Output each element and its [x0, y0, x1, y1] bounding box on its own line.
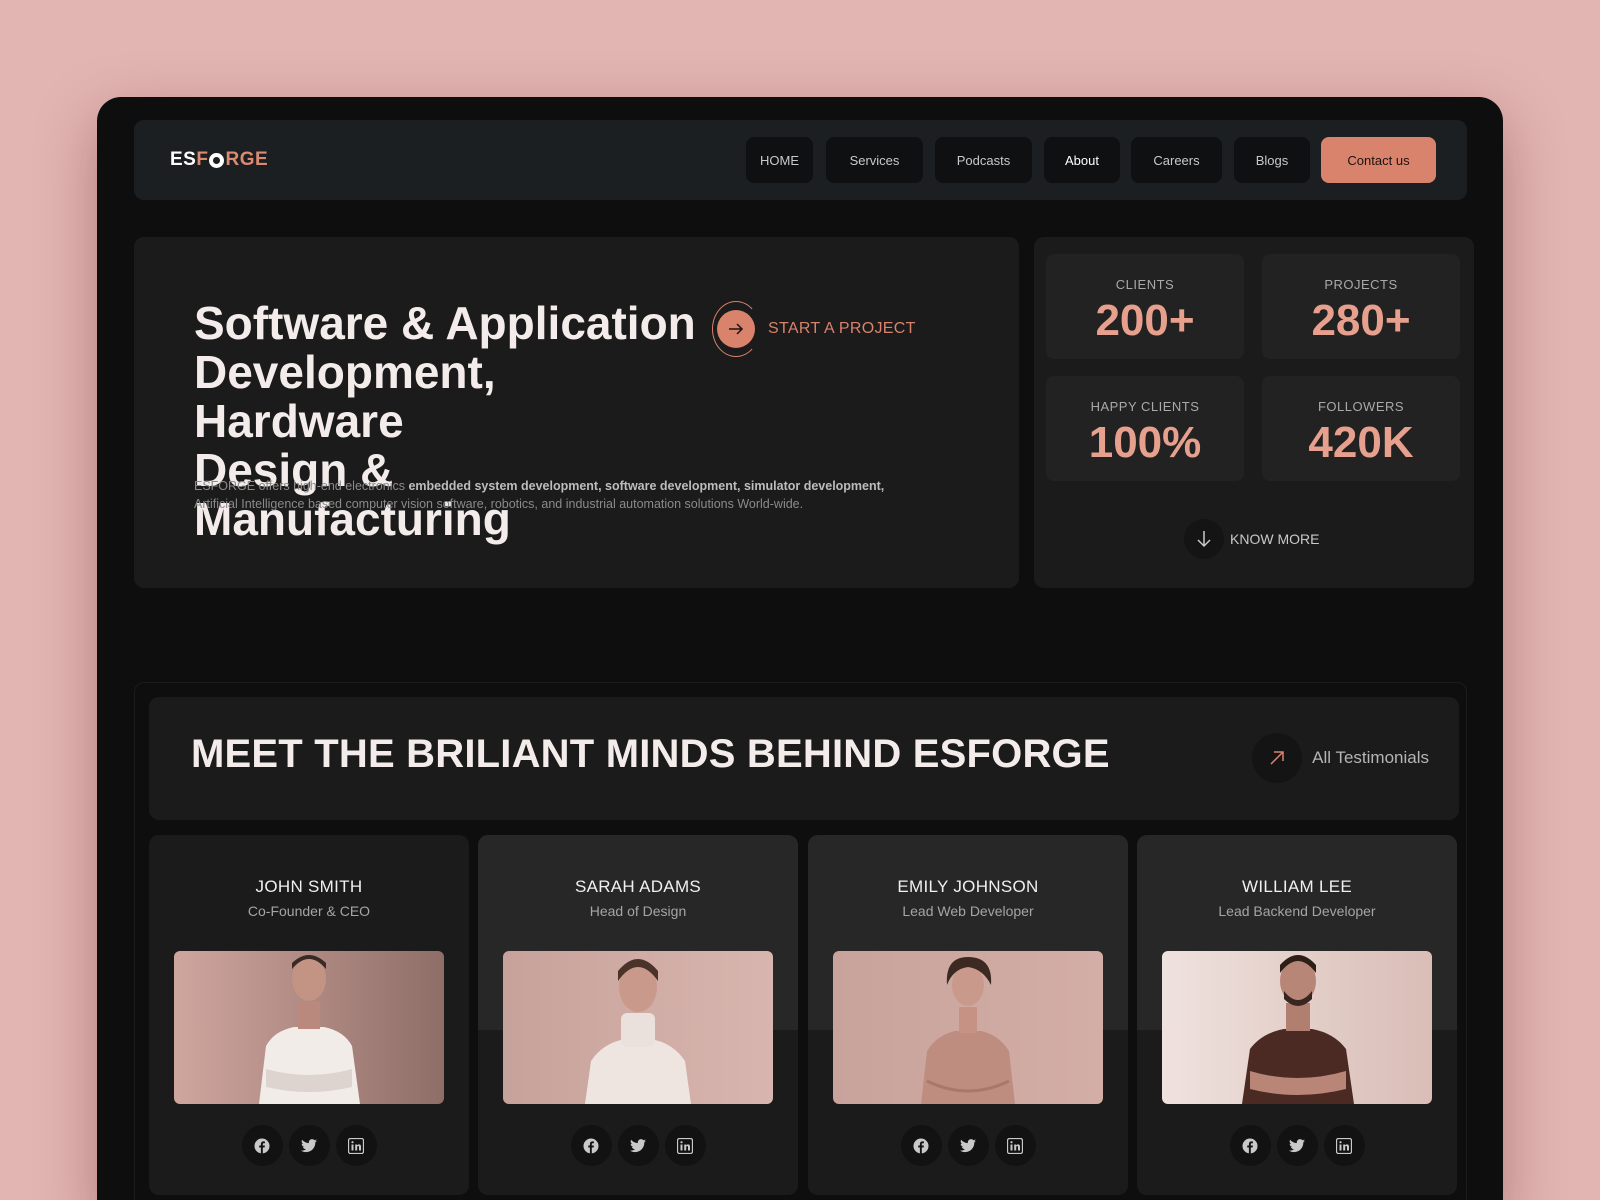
stat-value: 100% — [1088, 418, 1202, 467]
nav-home[interactable]: HOME — [746, 137, 813, 183]
know-more-label: KNOW MORE — [1230, 531, 1320, 547]
top-nav: ES F RGE HOME Services Podcasts About Ca… — [134, 120, 1467, 200]
hero-description: ESFORGE offers high-end electronics embe… — [194, 477, 894, 513]
member-photo — [503, 951, 773, 1104]
member-name: WILLIAM LEE — [1241, 877, 1353, 896]
hero-desc-suffix: Artificial Intelligence based computer v… — [194, 497, 804, 511]
facebook-icon[interactable] — [570, 1125, 612, 1166]
logo-text-right: RGE — [225, 149, 269, 170]
start-project-label: START A PROJECT — [768, 320, 916, 337]
stat-happy-clients: HAPPY CLIENTS 100% — [1046, 376, 1244, 481]
stat-value: 280+ — [1311, 296, 1411, 345]
nav-careers[interactable]: Careers — [1131, 137, 1222, 183]
linkedin-icon[interactable] — [335, 1125, 377, 1166]
member-role: Head of Design — [589, 903, 687, 919]
hero-title-line2: Development, Hardware — [194, 346, 496, 447]
member-photo — [833, 951, 1103, 1104]
hero-desc-bold: embedded system development, software de… — [408, 479, 885, 493]
esforge-logo[interactable]: ES F RGE — [170, 149, 268, 171]
hero-card: Software & Application Development, Hard… — [134, 237, 1019, 588]
member-name: EMILY JOHNSON — [897, 877, 1039, 896]
logo-text-left: ES — [170, 149, 197, 170]
stat-label: PROJECTS — [1324, 277, 1398, 292]
twitter-icon[interactable] — [288, 1125, 330, 1166]
member-photo — [1162, 951, 1432, 1104]
twitter-icon[interactable] — [1276, 1125, 1318, 1166]
arrow-up-right-icon — [1252, 733, 1303, 783]
stat-projects: PROJECTS 280+ — [1262, 254, 1460, 359]
twitter-icon[interactable] — [947, 1125, 989, 1166]
team-header: MEET THE BRILIANT MINDS BEHIND ESFORGE A… — [149, 697, 1459, 820]
team-card: WILLIAM LEE Lead Backend Developer — [1137, 835, 1457, 1195]
stat-followers: FOLLOWERS 420K — [1262, 376, 1460, 481]
member-name: JOHN SMITH — [255, 877, 363, 896]
arrow-right-icon — [717, 310, 755, 348]
contact-us-button[interactable]: Contact us — [1321, 137, 1436, 183]
twitter-icon[interactable] — [617, 1125, 659, 1166]
all-testimonials-link[interactable]: All Testimonials — [1252, 733, 1429, 783]
stat-value: 420K — [1308, 418, 1414, 467]
arrow-down-icon — [1184, 519, 1224, 559]
browser-frame: ES F RGE HOME Services Podcasts About Ca… — [97, 97, 1503, 1200]
start-project-button[interactable]: START A PROJECT — [712, 301, 916, 357]
linkedin-icon[interactable] — [994, 1125, 1036, 1166]
stat-value: 200+ — [1095, 296, 1195, 345]
nav-blogs[interactable]: Blogs — [1234, 137, 1310, 183]
team-card: JOHN SMITH Co-Founder & CEO — [149, 835, 469, 1195]
linkedin-icon[interactable] — [1323, 1125, 1365, 1166]
social-links — [808, 1125, 1128, 1166]
team-card: EMILY JOHNSON Lead Web Developer — [808, 835, 1128, 1195]
member-role: Co-Founder & CEO — [247, 903, 371, 919]
know-more-button[interactable]: KNOW MORE — [1184, 519, 1319, 559]
start-project-ring — [712, 301, 760, 357]
member-role: Lead Backend Developer — [1218, 903, 1376, 919]
facebook-icon[interactable] — [241, 1125, 283, 1166]
hero-desc-prefix: ESFORGE offers high-end electronics — [194, 479, 409, 493]
gear-icon — [209, 152, 225, 168]
stat-label: CLIENTS — [1115, 277, 1175, 292]
team-card: SARAH ADAMS Head of Design — [478, 835, 798, 1195]
member-name: SARAH ADAMS — [574, 877, 702, 896]
facebook-icon[interactable] — [1229, 1125, 1271, 1166]
linkedin-icon[interactable] — [664, 1125, 706, 1166]
team-heading: MEET THE BRILIANT MINDS BEHIND ESFORGE — [191, 732, 1110, 776]
social-links — [478, 1125, 798, 1166]
all-testimonials-label: All Testimonials — [1312, 748, 1429, 767]
social-links — [149, 1125, 469, 1166]
nav-about[interactable]: About — [1044, 137, 1120, 183]
stat-label: FOLLOWERS — [1317, 399, 1405, 414]
stat-clients: CLIENTS 200+ — [1046, 254, 1244, 359]
social-links — [1137, 1125, 1457, 1166]
member-role: Lead Web Developer — [902, 903, 1034, 919]
facebook-icon[interactable] — [900, 1125, 942, 1166]
nav-podcasts[interactable]: Podcasts — [935, 137, 1032, 183]
logo-accent-f: F — [196, 149, 209, 170]
stats-panel: CLIENTS 200+ PROJECTS 280+ HAPPY CLIENTS… — [1034, 237, 1474, 588]
nav-services[interactable]: Services — [826, 137, 923, 183]
hero-title-line1: Software & Application — [194, 297, 696, 349]
member-photo — [174, 951, 444, 1104]
stat-label: HAPPY CLIENTS — [1090, 399, 1200, 414]
team-section: MEET THE BRILIANT MINDS BEHIND ESFORGE A… — [134, 682, 1467, 1200]
